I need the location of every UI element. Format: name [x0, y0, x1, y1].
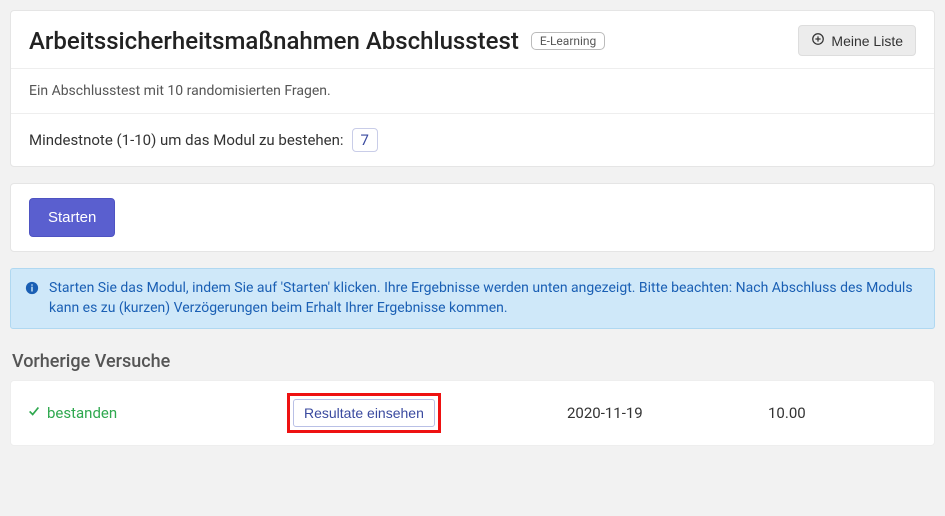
results-cell: Resultate einsehen [287, 393, 567, 433]
page-title: Arbeitssicherheitsmaßnahmen Abschlusstes… [29, 27, 519, 55]
previous-attempts-heading: Vorherige Versuche [12, 351, 935, 372]
card-header: Arbeitssicherheitsmaßnahmen Abschlusstes… [11, 11, 934, 68]
min-score-section: Mindestnote (1-10) um das Modul zu beste… [11, 113, 934, 166]
status-cell: bestanden [27, 404, 287, 422]
highlight-box: Resultate einsehen [287, 393, 441, 433]
info-box: Starten Sie das Modul, indem Sie auf 'St… [10, 268, 935, 329]
description-section: Ein Abschlusstest mit 10 randomisierten … [11, 68, 934, 113]
title-wrap: Arbeitssicherheitsmaßnahmen Abschlusstes… [29, 27, 605, 55]
check-icon [27, 404, 41, 422]
module-card: Arbeitssicherheitsmaßnahmen Abschlusstes… [10, 10, 935, 167]
min-score-row: Mindestnote (1-10) um das Modul zu beste… [29, 128, 916, 152]
start-card: Starten [10, 183, 935, 252]
type-tag: E-Learning [531, 32, 605, 50]
description-text: Ein Abschlusstest mit 10 randomisierten … [29, 83, 331, 99]
plus-circle-icon [811, 32, 825, 49]
min-score-value: 7 [352, 128, 378, 152]
status-text: bestanden [47, 404, 117, 422]
start-button[interactable]: Starten [29, 198, 115, 237]
attempt-table: bestanden Resultate einsehen 2020-11-19 … [10, 380, 935, 446]
view-results-button[interactable]: Resultate einsehen [293, 399, 435, 427]
table-row: bestanden Resultate einsehen 2020-11-19 … [11, 381, 934, 445]
attempt-score: 10.00 [768, 404, 918, 422]
info-message: Starten Sie das Modul, indem Sie auf 'St… [49, 279, 920, 318]
my-list-label: Meine Liste [831, 33, 903, 49]
attempt-date: 2020-11-19 [567, 404, 768, 422]
info-icon [25, 279, 39, 302]
my-list-button[interactable]: Meine Liste [798, 25, 916, 56]
min-score-label: Mindestnote (1-10) um das Modul zu beste… [29, 131, 344, 149]
